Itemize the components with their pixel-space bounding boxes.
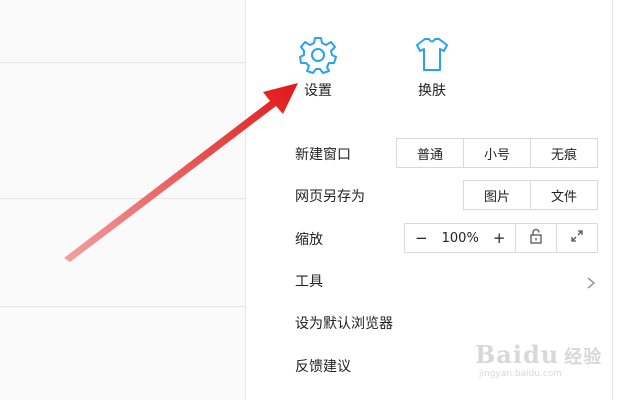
red-arrow-annotation — [64, 83, 298, 262]
